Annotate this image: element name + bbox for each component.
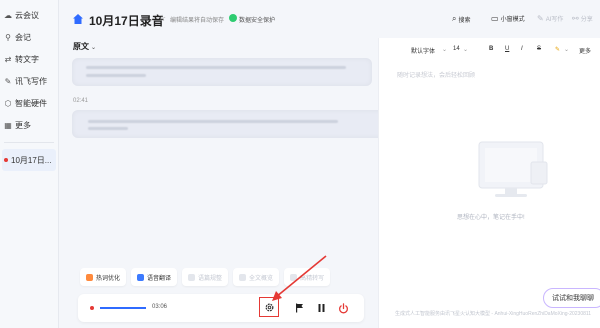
sidebar-item-hardware[interactable]: ⬡ 智能硬件 [0,92,58,114]
transcript-paragraph[interactable] [72,110,390,138]
hotword-icon [86,273,93,281]
italic-icon[interactable]: I [521,46,523,52]
search-button[interactable]: ⌕ 搜索 [452,14,471,24]
sidebar-item-notes[interactable]: ⚲ 会记 [0,26,58,48]
home-icon[interactable] [72,13,84,25]
hq-transcribe-icon [290,273,298,281]
more-button[interactable]: 更多 [579,46,591,55]
search-icon: ⌕ [452,14,457,23]
pen-icon: ✎ [4,76,12,86]
shield-icon [229,14,237,22]
editor-toolbar: 默认字体 ⌄ 14 ⌄ B U I S ✎ ⌄ 更多 [379,46,600,60]
sidebar-recording-label: 10月17日... [11,155,52,165]
sidebar-divider [4,142,54,143]
mini-mode-label: 小窗模式 [500,17,525,23]
highlight-icon[interactable]: ✎ [555,46,560,53]
translate-icon [137,273,145,281]
ai-write-button[interactable]: ✎ AI写作 [537,14,563,23]
chip-label: 全文概览 [249,275,274,282]
sidebar-item-label: 更多 [15,120,31,130]
editor-placeholder[interactable]: 随时记录想法，会后轻松回顾 [397,70,475,79]
gear-icon [265,303,273,311]
stop-button[interactable] [337,302,349,314]
empty-notes-illustration [478,141,548,197]
secure-label: 数据安全保护 [239,18,276,24]
chip-hq-transcribe[interactable]: 高精转写 [284,268,331,286]
overview-icon [239,273,247,281]
device-icon: ⬡ [4,98,12,108]
share-icon: ⚯ [572,14,579,23]
empty-state-text: 思想在心中，笔记在手中! [457,215,525,221]
star-icon[interactable]: ☆ [158,13,166,24]
share-button[interactable]: ⚯ 分享 [572,14,593,23]
settings-button[interactable] [259,297,279,317]
mark-button[interactable] [293,302,305,314]
sidebar-item-label: 智能硬件 [15,98,47,108]
feature-chips: 热词优化 语音翻译 语篇规整 全文概览 高精转写 [80,268,335,286]
autosave-hint: 编辑结果将自动保存 [170,18,225,24]
chip-label: 热词优化 [96,275,121,282]
sidebar-item-recording[interactable]: 10月17日... [2,149,56,171]
chevron-down-icon: ⌄ [463,47,469,53]
transcript-paragraph[interactable] [72,58,372,86]
sidebar-item-label: 转文字 [15,54,39,64]
chip-label: 高精转写 [300,275,325,282]
recording-dot-icon [90,306,94,310]
page-title[interactable]: 10月17日录音 [89,12,164,29]
sidebar-item-label: 会记 [15,32,31,42]
sidebar-item-more[interactable]: ▦ 更多 [0,114,58,136]
recording-dot-icon [4,158,8,162]
chevron-down-icon: ⌄ [91,45,97,51]
sidebar-item-label: 讯飞写作 [15,76,47,86]
sidebar-item-label: 云会议 [15,10,39,20]
convert-icon: ⇄ [4,54,12,64]
font-size-select[interactable]: 14 [453,46,460,52]
chevron-down-icon: ⌄ [564,47,570,53]
recording-player: 03:06 [78,294,364,322]
chip-regularize[interactable]: 语篇规整 [182,268,229,286]
sidebar: ☁ 云会议 ⚲ 会记 ⇄ 转文字 ✎ 讯飞写作 ⬡ 智能硬件 ▦ 更多 10月1… [0,0,59,328]
chip-label: 语篇规整 [198,275,223,282]
ai-chat-bubble[interactable]: 试试和我聊聊 [543,288,600,308]
sidebar-item-cloud-meeting[interactable]: ☁ 云会议 [0,4,58,26]
share-label: 分享 [580,17,593,23]
ai-write-label: AI写作 [545,17,564,23]
transcript-section-label: 原文 [73,42,89,51]
chip-translate[interactable]: 语音翻译 [131,268,178,286]
chip-overview[interactable]: 全文概览 [233,268,280,286]
strikethrough-button[interactable]: S [537,46,541,52]
ai-pen-icon: ✎ [537,14,544,23]
underline-button[interactable]: U [505,46,509,52]
paragraph-timestamp[interactable]: 02:41 [73,98,88,104]
note-editor: 默认字体 ⌄ 14 ⌄ B U I S ✎ ⌄ 更多 随时记录想法，会后轻松回顾… [378,38,600,328]
recording-progress[interactable] [100,307,146,309]
transcript-section-header[interactable]: 原文 ⌄ [73,41,96,52]
pause-button[interactable] [315,302,327,314]
window-icon: ▭ [491,14,499,23]
font-family-select[interactable]: 默认字体 [411,46,435,55]
cloud-icon: ☁ [4,10,12,20]
pause-icon [318,304,324,312]
mini-mode-button[interactable]: ▭ 小窗模式 [491,14,525,23]
ai-disclaimer: 生成式人工智能服务由讯飞星火认知大模型 - Anhui-XingHuoRenZh… [395,311,592,317]
chip-label: 语音翻译 [147,275,172,282]
mic-icon: ⚲ [5,32,11,42]
chip-hotword[interactable]: 热词优化 [80,268,127,286]
sidebar-item-transcribe[interactable]: ⇄ 转文字 [0,48,58,70]
sidebar-item-writing[interactable]: ✎ 讯飞写作 [0,70,58,92]
grid-icon: ▦ [4,120,12,130]
regularize-icon [188,273,196,281]
flag-icon [295,303,303,313]
search-label: 搜索 [458,17,471,24]
recording-time: 03:06 [152,304,168,310]
chevron-down-icon: ⌄ [442,47,448,53]
bold-button[interactable]: B [489,46,493,52]
power-icon [338,302,348,313]
